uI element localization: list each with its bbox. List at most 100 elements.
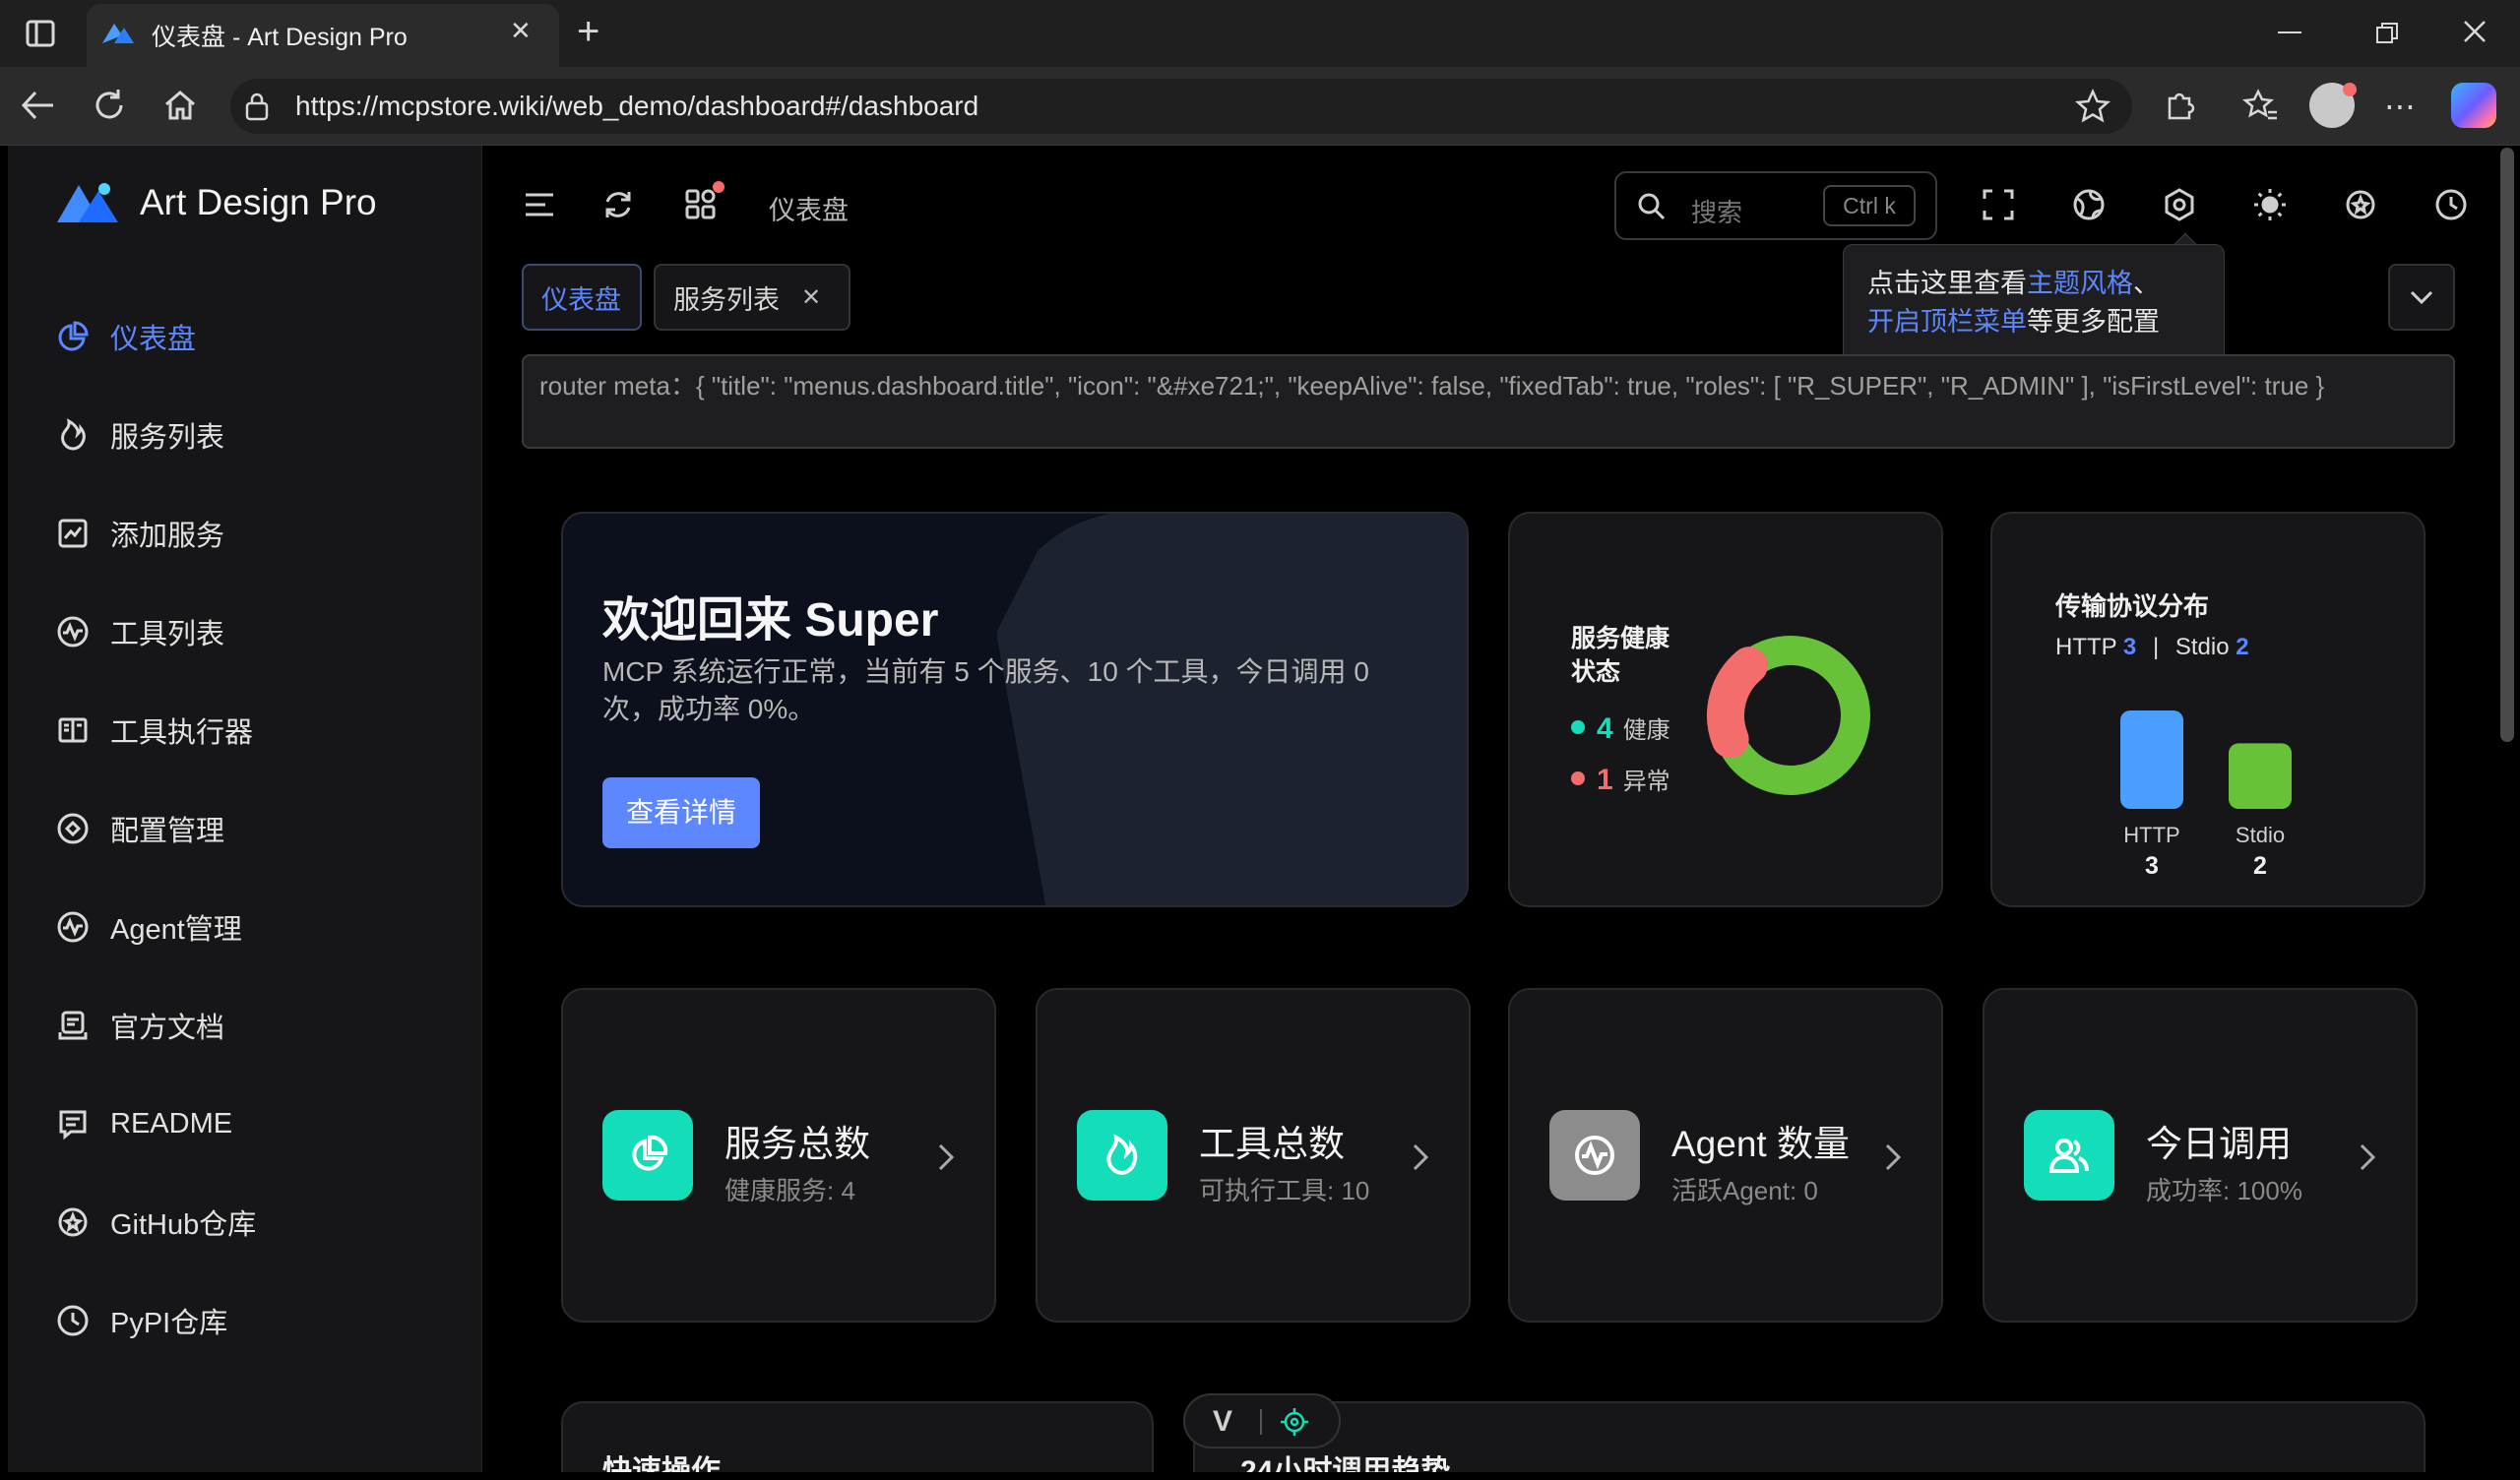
sidebar-item-label: GitHub仓库 (110, 1209, 257, 1241)
brand[interactable]: Art Design Pro (55, 179, 377, 226)
breadcrumb[interactable]: 仪表盘 (769, 189, 849, 227)
floating-toolbar: V (1183, 1393, 1341, 1449)
sidebar-item-docs[interactable]: 官方文档 (55, 996, 224, 1055)
flame-icon (1077, 1110, 1167, 1201)
theme-sun-icon[interactable] (2248, 183, 2292, 226)
donut-slice-异常[interactable] (1707, 647, 1768, 759)
chart-line-icon (55, 516, 91, 551)
minimize-icon[interactable] (2278, 31, 2301, 33)
router-meta-box: router meta：{ "title": "menus.dashboard.… (522, 354, 2455, 449)
protocol-bar-chart: HTTP 3 Stdio 2 (2120, 710, 2292, 880)
refresh-icon[interactable] (597, 183, 640, 226)
sidebar-item-label: 服务列表 (110, 422, 225, 454)
service-health-card: 服务健康状态 4 健康 1 异常 (1508, 512, 1943, 907)
extensions-icon[interactable] (2162, 87, 2199, 129)
tabs-dropdown-button[interactable] (2388, 264, 2455, 331)
sidebar-item-dashboard[interactable]: 仪表盘 (55, 307, 196, 366)
favorites-icon[interactable] (2242, 87, 2280, 129)
fullscreen-icon[interactable] (1977, 183, 2020, 226)
health-donut-chart (1707, 636, 1870, 795)
sidebar-item-add-service[interactable]: 添加服务 (55, 504, 224, 563)
toolbar-divider (1260, 1409, 1262, 1435)
quick-actions-title: 快速操作 (602, 1455, 721, 1472)
close-window-icon[interactable] (2461, 18, 2488, 50)
chevron-right-icon (1878, 1138, 1908, 1177)
bar-Stdio[interactable] (2229, 743, 2292, 809)
vue-devtools-icon[interactable]: V (1213, 1405, 1232, 1439)
chevron-right-icon (931, 1138, 961, 1177)
sidebar-item-pypi[interactable]: PyPI仓库 (55, 1291, 227, 1350)
search-icon (1638, 193, 1666, 220)
copilot-icon[interactable] (2451, 83, 2496, 128)
sidebar-item-config[interactable]: 配置管理 (55, 799, 224, 858)
pie-icon (602, 1110, 693, 1201)
sidebar-item-tool-executor[interactable]: 工具执行器 (55, 701, 253, 760)
search-input[interactable]: 搜索 Ctrl k (1614, 171, 1937, 240)
bar-value-label: 2 (2253, 852, 2267, 880)
stat-card-agents[interactable]: Agent 数量 活跃Agent: 0 (1508, 988, 1943, 1323)
clock-icon (55, 1303, 91, 1338)
tab-dashboard[interactable]: 仪表盘 (522, 264, 642, 331)
pulse-icon (55, 614, 91, 649)
pulse-icon (55, 909, 91, 945)
sidebar-item-readme[interactable]: README (55, 1094, 232, 1153)
tab-close-icon[interactable]: ✕ (801, 283, 821, 312)
healthy-count: 4 (1597, 712, 1613, 745)
sidebar-item-services[interactable]: 服务列表 (55, 405, 224, 464)
sidebar-toggle-icon[interactable] (24, 18, 57, 51)
bar-HTTP[interactable] (2120, 710, 2183, 809)
view-details-button[interactable]: 查看详情 (602, 777, 760, 848)
protocol-summary: HTTP 3 | Stdio 2 (2055, 634, 2249, 661)
github-icon (55, 1204, 91, 1240)
pulse-icon (1549, 1110, 1640, 1201)
stat-title: 服务总数 (724, 1124, 870, 1164)
tab-label: 服务列表 (673, 284, 780, 315)
brand-name: Art Design Pro (140, 182, 377, 222)
chevron-down-icon (2410, 290, 2433, 305)
inspect-target-icon[interactable] (1280, 1407, 1309, 1437)
target-icon (55, 811, 91, 846)
language-globe-icon[interactable] (2067, 183, 2110, 226)
back-icon[interactable] (20, 89, 57, 127)
site-info-icon[interactable] (242, 91, 272, 127)
stat-card-calls[interactable]: 今日调用 成功率: 100% (1983, 988, 2418, 1323)
stat-card-services[interactable]: 服务总数 健康服务: 4 (561, 988, 996, 1323)
sidebar-item-label: 仪表盘 (110, 324, 197, 355)
stat-card-tools[interactable]: 工具总数 可执行工具: 10 (1036, 988, 1471, 1323)
chevron-right-icon (1406, 1138, 1435, 1177)
sidebar-item-github[interactable]: GitHub仓库 (55, 1193, 256, 1252)
stat-subtitle: 健康服务: 4 (724, 1176, 855, 1205)
settings-tooltip: 点击这里查看主题风格、 开启顶栏菜单等更多配置 (1843, 244, 2225, 366)
menu-fold-icon[interactable] (518, 183, 561, 226)
reload-icon[interactable] (91, 87, 128, 129)
history-clock-icon[interactable] (2429, 183, 2473, 226)
bar-category-label: HTTP (2123, 823, 2179, 847)
restore-icon[interactable] (2374, 20, 2400, 51)
tooltip-link-theme[interactable]: 主题风格 (2027, 269, 2133, 298)
sidebar-item-label: 配置管理 (110, 816, 225, 847)
tab-services[interactable]: 服务列表 ✕ (654, 264, 850, 331)
users-icon (2024, 1110, 2114, 1201)
stat-subtitle: 活跃Agent: 0 (1671, 1176, 1818, 1205)
readme-icon (55, 1106, 91, 1141)
favorite-star-icon[interactable] (2074, 88, 2111, 129)
github-star-icon[interactable] (2339, 183, 2382, 226)
sidebar-item-label: 添加服务 (110, 521, 225, 552)
tab-close-icon[interactable]: ✕ (510, 18, 532, 43)
new-tab-icon[interactable]: + (577, 12, 599, 51)
doc-icon (55, 1008, 91, 1043)
page-scrollbar[interactable] (2500, 148, 2514, 742)
tooltip-link-topbar[interactable]: 开启顶栏菜单 (1867, 307, 2027, 337)
sidebar-item-agents[interactable]: Agent管理 (55, 897, 242, 956)
healthy-dot (1571, 720, 1585, 734)
summary-separator: | (2152, 634, 2160, 660)
settings-hex-icon[interactable] (2158, 183, 2201, 226)
dashboard-pie-icon (55, 319, 91, 354)
more-menu-icon[interactable]: ⋯ (2384, 91, 2416, 122)
tab-label: 仪表盘 (541, 284, 621, 315)
abnormal-count: 1 (1597, 764, 1613, 796)
sidebar-item-tools[interactable]: 工具列表 (55, 602, 224, 661)
home-icon[interactable] (161, 87, 199, 129)
quick-actions-card: 快速操作 (561, 1401, 1154, 1472)
stat-title: 工具总数 (1199, 1124, 1345, 1164)
